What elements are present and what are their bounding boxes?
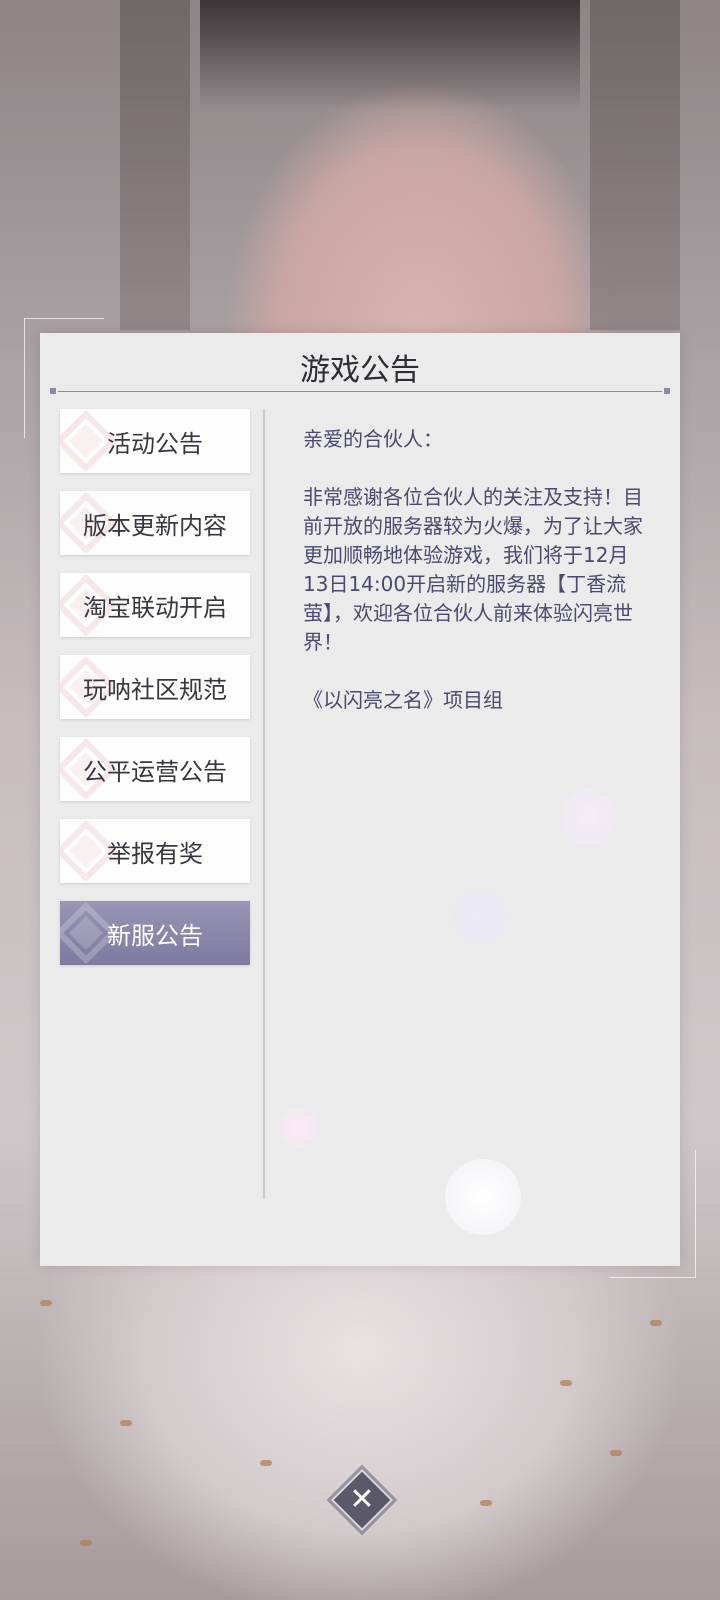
- announcement-content: 亲爱的合伙人： 非常感谢各位合伙人的关注及支持！目前开放的服务器较为火爆，为了让…: [303, 425, 653, 715]
- bokeh-light: [452, 888, 506, 942]
- announcement-tab-list: 活动公告 版本更新内容 淘宝联动开启 玩呐社区规范 公平运营公告 举报有奖 新服…: [60, 409, 252, 983]
- dialog-title: 游戏公告: [300, 353, 420, 388]
- title-divider: [50, 388, 670, 394]
- content-greeting: 亲爱的合伙人：: [303, 427, 443, 451]
- bokeh-light: [445, 1159, 521, 1235]
- tab-version-update[interactable]: 版本更新内容: [60, 491, 250, 555]
- announcement-dialog: 游戏公告 活动公告 版本更新内容 淘宝联动开启 玩呐社区规范 公平运营公告 举报…: [40, 333, 680, 1266]
- tab-label: 玩呐社区规范: [83, 675, 227, 704]
- content-body: 非常感谢各位合伙人的关注及支持！目前开放的服务器较为火爆，为了让大家更加顺畅地体…: [303, 485, 643, 654]
- bokeh-light: [280, 1109, 318, 1147]
- vertical-divider: [263, 409, 265, 1199]
- close-icon[interactable]: ✕: [340, 1478, 384, 1522]
- tab-label: 活动公告: [107, 429, 203, 458]
- tab-taobao-collab[interactable]: 淘宝联动开启: [60, 573, 250, 637]
- tab-fair-operation[interactable]: 公平运营公告: [60, 737, 250, 801]
- bokeh-light: [560, 788, 618, 846]
- tab-label: 新服公告: [107, 921, 203, 950]
- tab-report-reward[interactable]: 举报有奖: [60, 819, 250, 883]
- tab-label: 公平运营公告: [83, 757, 227, 786]
- content-signature: 《以闪亮之名》项目组: [303, 688, 503, 712]
- tab-label: 举报有奖: [107, 839, 203, 868]
- tab-activity-announcement[interactable]: 活动公告: [60, 409, 250, 473]
- tab-label: 版本更新内容: [83, 511, 227, 540]
- tab-community-rules[interactable]: 玩呐社区规范: [60, 655, 250, 719]
- tab-new-server[interactable]: 新服公告: [60, 901, 250, 965]
- tab-label: 淘宝联动开启: [83, 593, 227, 622]
